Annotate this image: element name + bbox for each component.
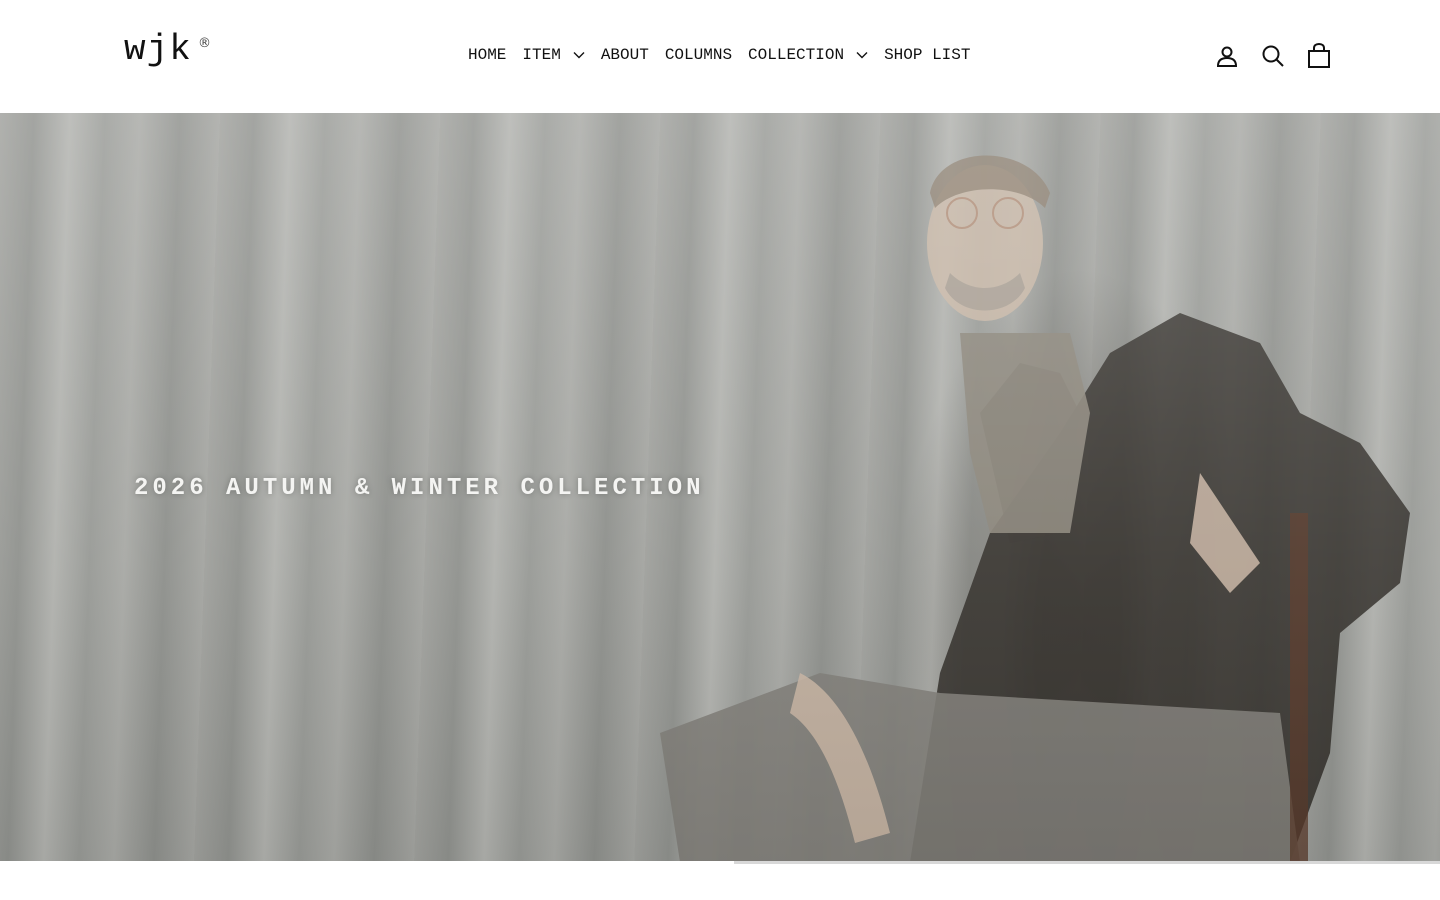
nav-label-about: ABOUT bbox=[600, 46, 649, 64]
nav-item-collection[interactable]: COLLECTION bbox=[740, 46, 876, 64]
cart-button[interactable] bbox=[1306, 43, 1332, 69]
header-actions bbox=[1214, 43, 1332, 69]
main-nav: HOME ITEM ABOUT COLUMNS COLLECTION SHOP … bbox=[460, 44, 978, 66]
chevron-down-icon bbox=[573, 52, 585, 59]
search-icon bbox=[1262, 45, 1284, 67]
chevron-down-icon bbox=[856, 52, 868, 59]
site-header: wjk ® HOME ITEM ABOUT COLUMNS COLLECTION… bbox=[0, 0, 1440, 113]
logo[interactable]: wjk bbox=[124, 32, 192, 68]
nav-label-collection: COLLECTION bbox=[748, 46, 845, 64]
nav-label-home: HOME bbox=[468, 46, 507, 64]
hero-title: 2026 AUTUMN & WINTER COLLECTION bbox=[134, 475, 705, 502]
nav-item-item[interactable]: ITEM bbox=[514, 46, 592, 64]
search-button[interactable] bbox=[1260, 43, 1286, 69]
account-button[interactable] bbox=[1214, 43, 1240, 69]
nav-label-columns: COLUMNS bbox=[664, 46, 733, 64]
nav-label-item: ITEM bbox=[522, 46, 561, 64]
cart-icon bbox=[1308, 43, 1330, 68]
hero-slideshow[interactable]: 2026 AUTUMN & WINTER COLLECTION bbox=[0, 113, 1440, 862]
account-icon bbox=[1216, 46, 1238, 67]
nav-item-about[interactable]: ABOUT bbox=[593, 46, 657, 64]
nav-item-columns[interactable]: COLUMNS bbox=[657, 46, 740, 64]
nav-item-home[interactable]: HOME bbox=[460, 46, 514, 64]
nav-label-shop-list: SHOP LIST bbox=[884, 46, 971, 64]
slide-progress-fill bbox=[0, 861, 735, 864]
registered-mark: ® bbox=[198, 36, 211, 51]
slide-progress-bar bbox=[0, 861, 1440, 864]
nav-item-shop-list[interactable]: SHOP LIST bbox=[876, 46, 978, 64]
